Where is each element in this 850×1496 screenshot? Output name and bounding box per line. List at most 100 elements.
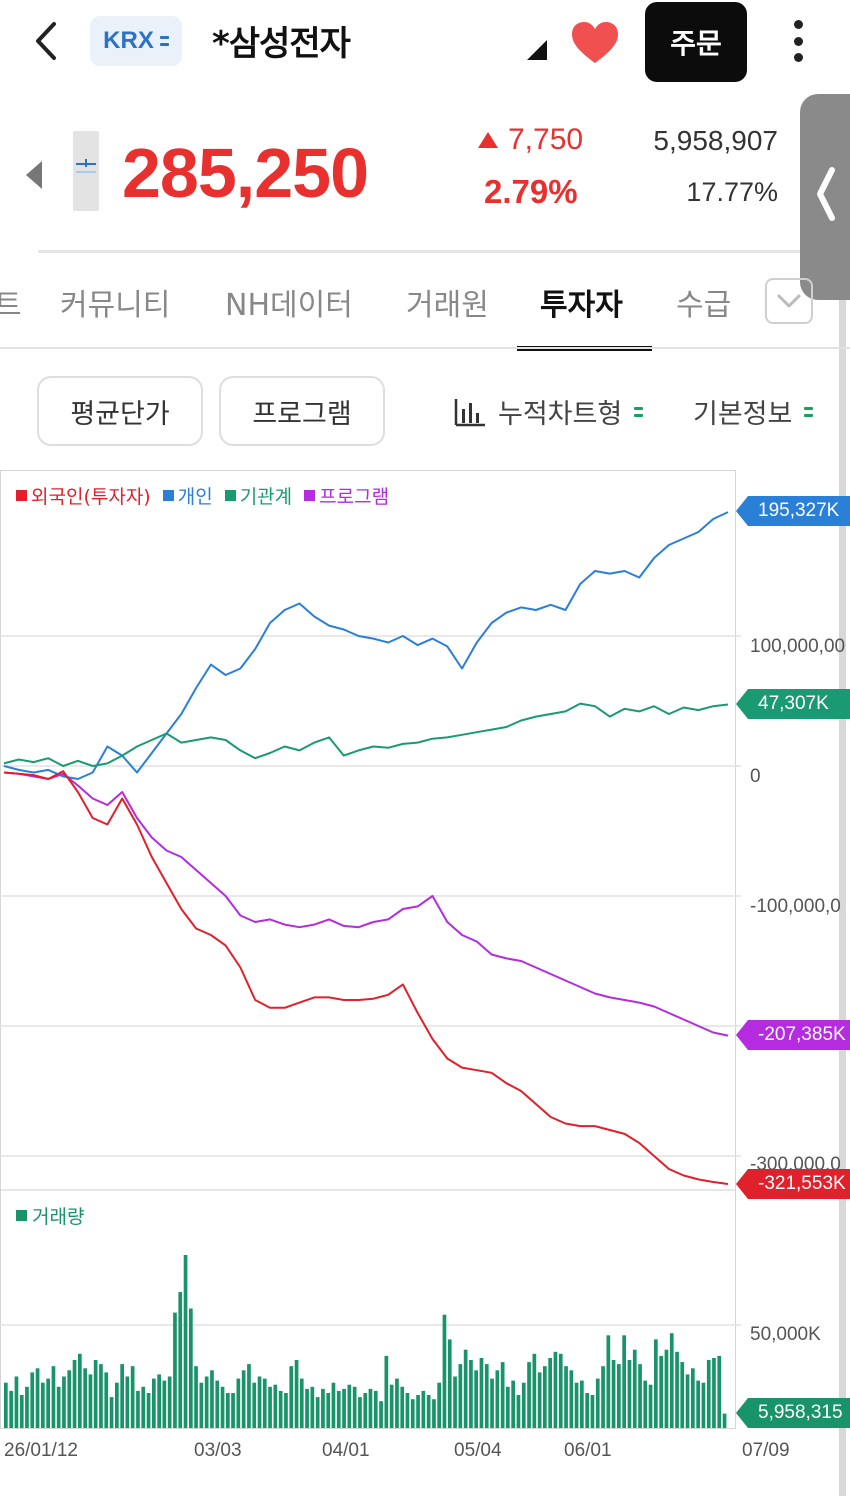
volume-bar bbox=[289, 1366, 294, 1428]
program-button[interactable]: 프로그램 bbox=[219, 376, 385, 446]
volume-bar bbox=[527, 1362, 531, 1428]
volume-bar bbox=[654, 1339, 658, 1428]
volume-bar bbox=[56, 1386, 61, 1428]
avg-price-button[interactable]: 평균단가 bbox=[37, 376, 203, 446]
volume-bar bbox=[220, 1386, 225, 1428]
volume-bar bbox=[130, 1366, 135, 1428]
volume-bar bbox=[167, 1376, 172, 1428]
volume-bar bbox=[516, 1395, 521, 1428]
volume-bar bbox=[675, 1351, 679, 1428]
volume-bar bbox=[215, 1380, 220, 1428]
volume-bar bbox=[141, 1386, 146, 1428]
chart-type-selector[interactable]: 누적차트형 bbox=[454, 392, 644, 431]
price-change-percent: 2.79% bbox=[484, 173, 578, 210]
chart-canvas[interactable] bbox=[0, 470, 850, 1470]
stock-name[interactable]: *삼성전자 bbox=[212, 16, 351, 65]
volume-bar bbox=[67, 1370, 72, 1428]
favorite-heart-icon[interactable] bbox=[570, 20, 620, 66]
volume-bar bbox=[331, 1382, 336, 1428]
investor-chart[interactable]: 외국인(투자자) 개인 기관계 프로그램 100,000,00 0 -100,0… bbox=[0, 470, 850, 1470]
volume-bar bbox=[606, 1335, 611, 1428]
series-line bbox=[3, 511, 729, 780]
tab-expand-button[interactable] bbox=[765, 278, 813, 324]
volume-bar bbox=[368, 1388, 373, 1428]
corner-triangle-icon bbox=[527, 40, 547, 60]
volume-bar bbox=[384, 1355, 389, 1428]
volume-bar bbox=[590, 1395, 595, 1428]
current-price: 285,250 bbox=[122, 134, 369, 212]
volume-bar bbox=[162, 1380, 167, 1428]
volume-bar bbox=[421, 1390, 426, 1428]
x-tick-label: 05/04 bbox=[454, 1440, 502, 1461]
volume-legend: 거래량 bbox=[16, 1202, 84, 1229]
basic-info-selector[interactable]: 기본정보 bbox=[693, 392, 814, 431]
volume-bar bbox=[532, 1353, 537, 1428]
top-bar: KRX *삼성전자 주문 bbox=[0, 0, 850, 90]
market-selector[interactable]: KRX bbox=[90, 16, 182, 66]
volume-bar bbox=[432, 1399, 436, 1428]
legend-individual: 개인 bbox=[162, 482, 213, 509]
volume-bar bbox=[685, 1374, 690, 1428]
chevron-left-icon bbox=[817, 167, 835, 221]
volume-bar bbox=[627, 1360, 632, 1428]
volume-bar bbox=[442, 1314, 447, 1428]
legend-program-label: 프로그램 bbox=[319, 486, 390, 508]
volume-bar bbox=[4, 1382, 8, 1428]
volume-bar bbox=[115, 1382, 119, 1428]
volume-bar bbox=[574, 1382, 579, 1428]
order-button[interactable]: 주문 bbox=[645, 2, 747, 82]
volume-bar bbox=[426, 1395, 431, 1428]
volume-bar bbox=[99, 1364, 103, 1428]
tab-nh-data[interactable]: NH데이터 bbox=[225, 280, 353, 324]
volume-bar bbox=[643, 1380, 648, 1428]
x-tick-label: 07/09 bbox=[742, 1440, 790, 1461]
volume-bar bbox=[204, 1376, 209, 1428]
volume-bar bbox=[511, 1380, 515, 1428]
volume-bar bbox=[83, 1368, 87, 1428]
legend-foreign-label: 외국인(투자자) bbox=[31, 486, 151, 508]
tab-supply-demand[interactable]: 수급 bbox=[676, 280, 731, 324]
volume-bar bbox=[717, 1355, 722, 1428]
volume-bar bbox=[622, 1335, 626, 1428]
volume-bar bbox=[78, 1353, 82, 1428]
back-arrow-icon[interactable] bbox=[28, 18, 68, 64]
volume-bar bbox=[701, 1382, 706, 1428]
tab-divider bbox=[0, 347, 850, 349]
volume-bar bbox=[363, 1393, 368, 1428]
legend-individual-label: 개인 bbox=[177, 486, 213, 508]
volume-bar bbox=[25, 1386, 29, 1428]
volume-bar bbox=[305, 1388, 309, 1428]
more-menu-icon[interactable] bbox=[780, 18, 816, 64]
price-change: 7,750 bbox=[478, 123, 583, 157]
volume-bar bbox=[146, 1393, 151, 1428]
volume-bar bbox=[558, 1353, 563, 1428]
last-value-foreign: -321,553K bbox=[736, 1169, 850, 1199]
turnover-rate: 17.77% bbox=[686, 177, 778, 207]
volume-bar bbox=[389, 1384, 394, 1428]
prev-stock-arrow-icon[interactable] bbox=[26, 161, 42, 189]
divider bbox=[38, 250, 828, 253]
x-tick-label: 04/01 bbox=[322, 1440, 370, 1461]
volume-legend-label: 거래량 bbox=[32, 1206, 85, 1228]
series-line bbox=[3, 702, 729, 767]
tab-broker[interactable]: 거래원 bbox=[406, 280, 489, 324]
tab-community[interactable]: 커뮤니티 bbox=[60, 280, 170, 324]
tab-investor[interactable]: 투자자 bbox=[540, 280, 623, 324]
volume-bar bbox=[35, 1368, 40, 1428]
series-line bbox=[3, 770, 729, 1185]
volume-bar bbox=[611, 1360, 616, 1428]
volume-bar bbox=[405, 1393, 410, 1428]
volume-bar bbox=[9, 1390, 13, 1428]
volume-bar bbox=[178, 1292, 183, 1428]
volume-bar bbox=[648, 1384, 653, 1428]
volume-bar bbox=[437, 1382, 441, 1428]
volume-bar bbox=[379, 1401, 383, 1428]
volume-bar bbox=[315, 1397, 320, 1428]
volume-bar bbox=[136, 1390, 140, 1428]
legend-institution-label: 기관계 bbox=[239, 486, 293, 508]
volume-bar bbox=[484, 1364, 489, 1428]
volume-bar bbox=[262, 1378, 267, 1428]
tab-truncated[interactable]: 트 bbox=[0, 280, 22, 324]
volume-bar bbox=[231, 1393, 235, 1428]
volume-bar bbox=[125, 1376, 130, 1428]
